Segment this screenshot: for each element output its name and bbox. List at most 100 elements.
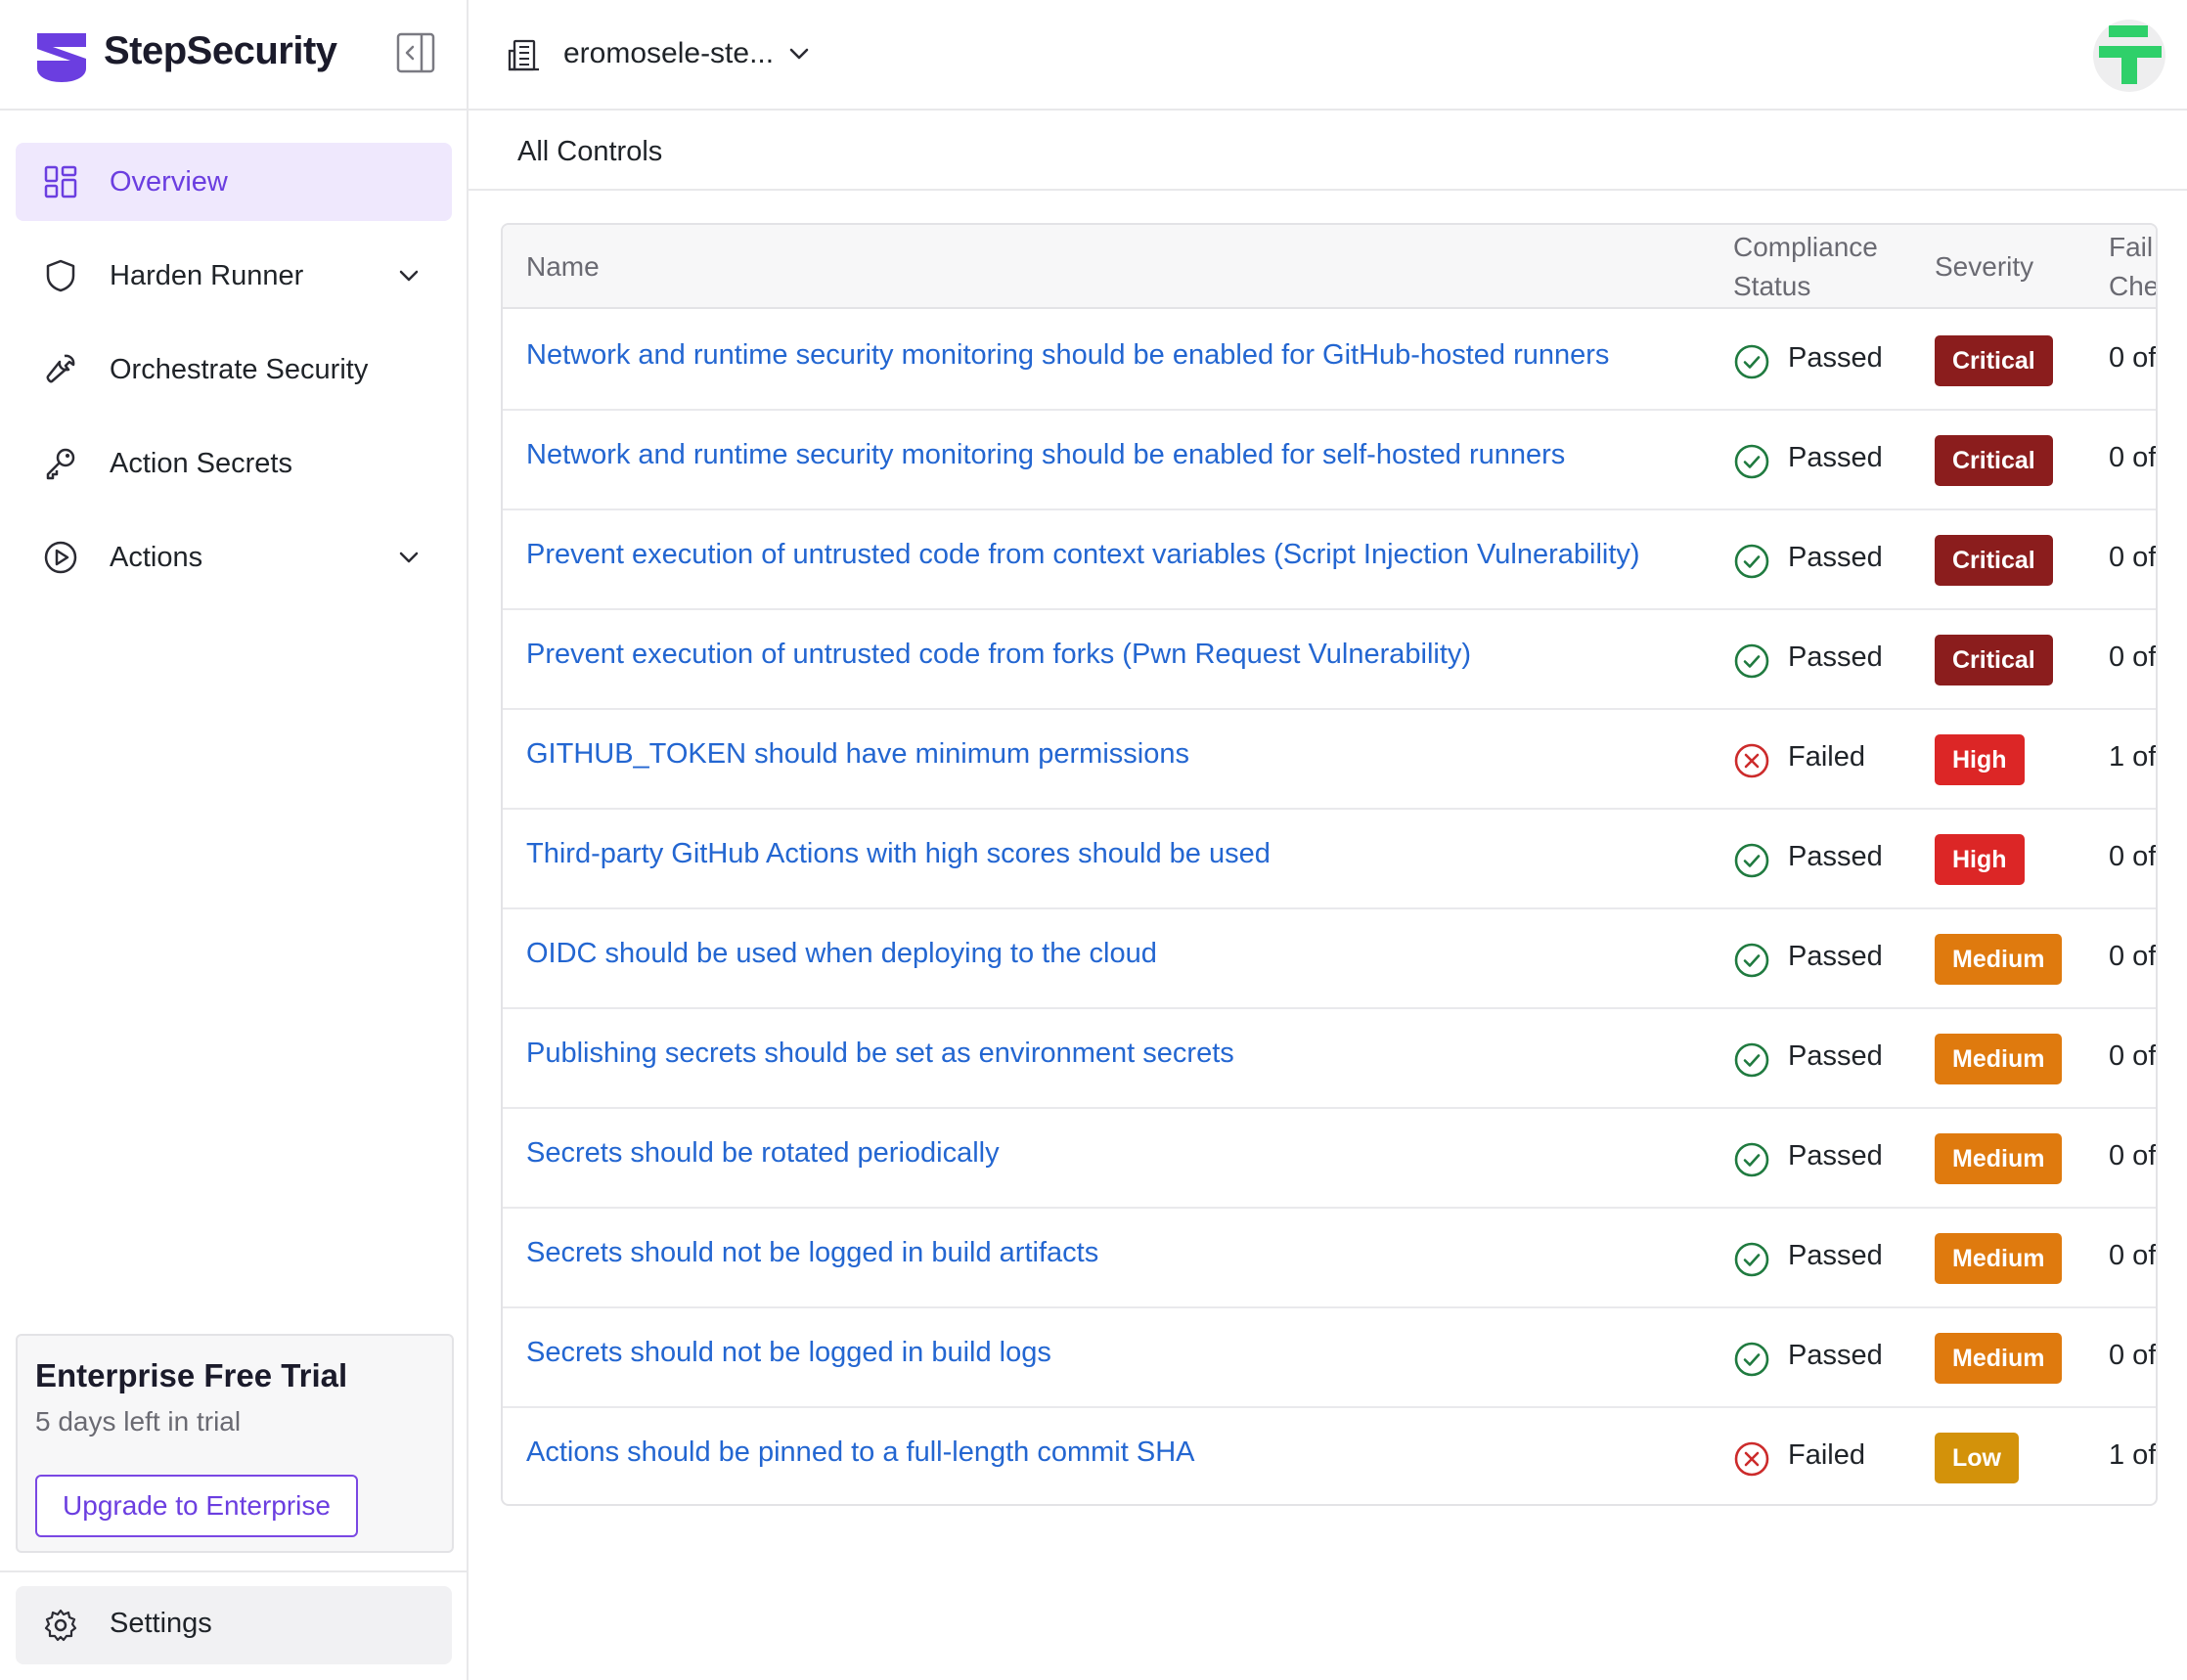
compliance-status: Passed [1788,1340,1883,1371]
column-header-compliance[interactable]: Compliance Status [1733,228,1878,306]
failed-checks-value: 0 of [2109,1140,2157,1172]
table-row[interactable]: Secrets should be rotated periodically Pa… [503,1109,2156,1209]
control-name-link[interactable]: OIDC should be used when deploying to th… [526,938,1157,970]
column-header-compliance-line1: Compliance [1733,232,1878,262]
control-name-link[interactable]: Network and runtime security monitoring … [526,339,1609,372]
control-name-link[interactable]: Secrets should not be logged in build ar… [526,1237,1098,1269]
key-icon [46,448,75,480]
failed-checks-value: 0 of [2109,1040,2157,1072]
controls-table: Name Compliance Status Severity Fail Che… [501,223,2158,1506]
check-circle-icon [1734,444,1769,479]
compliance-status: Passed [1788,1140,1883,1172]
control-name-link[interactable]: Network and runtime security monitoring … [526,439,1565,471]
sidebar-item-label: Orchestrate Security [110,353,369,385]
compliance-status: Passed [1788,342,1883,374]
sidebar-item-label: Overview [110,165,228,198]
table-header: Name Compliance Status Severity Fail Che [503,225,2156,309]
table-row[interactable]: Network and runtime security monitoring … [503,311,2156,411]
wrench-icon [46,354,75,383]
org-selector[interactable]: eromosele-ste... [563,37,774,70]
check-circle-icon [1734,643,1769,679]
compliance-status: Passed [1788,1040,1883,1072]
sidebar-item-orchestrate-security[interactable]: Orchestrate Security [16,331,452,409]
control-name-link[interactable]: Secrets should not be logged in build lo… [526,1337,1051,1369]
check-circle-icon [1734,544,1769,579]
control-name-link[interactable]: Secrets should be rotated periodically [526,1137,1000,1170]
control-name-link[interactable]: GITHUB_TOKEN should have minimum permiss… [526,738,1189,771]
table-row[interactable]: Prevent execution of untrusted code from… [503,510,2156,610]
column-header-failed-line2: Che [2109,271,2158,301]
column-header-compliance-line2: Status [1733,271,1811,301]
check-circle-icon [1734,1242,1769,1277]
failed-checks-value: 0 of [2109,1340,2157,1371]
compliance-status: Passed [1788,1240,1883,1271]
sidebar-item-label: Settings [110,1608,212,1639]
failed-checks-value: 0 of [2109,342,2157,374]
table-row[interactable]: Publishing secrets should be set as envi… [503,1009,2156,1109]
column-header-name[interactable]: Name [526,247,600,287]
shield-icon [46,259,75,292]
failed-checks-value: 1 of [2109,1439,2157,1471]
avatar[interactable] [2093,20,2165,92]
sidebar-item-harden-runner[interactable]: Harden Runner [16,237,452,315]
severity-badge: Critical [1935,635,2053,685]
sidebar-item-actions[interactable]: Actions [16,518,452,597]
column-header-failed-checks[interactable]: Fail Che [2109,228,2158,306]
sidebar-item-overview[interactable]: Overview [16,143,452,221]
chevron-down-icon[interactable] [395,262,423,289]
compliance-status: Passed [1788,542,1883,573]
chevron-down-icon[interactable] [395,544,423,571]
x-circle-icon [1734,743,1769,778]
divider [0,1570,467,1572]
table-row[interactable]: Prevent execution of untrusted code from… [503,610,2156,710]
severity-badge: Medium [1935,934,2063,985]
sidebar-item-action-secrets[interactable]: Action Secrets [16,424,452,503]
page-title[interactable]: All Controls [517,136,662,168]
severity-badge: Medium [1935,1333,2063,1384]
control-name-link[interactable]: Prevent execution of untrusted code from… [526,539,1640,571]
severity-badge: Critical [1935,535,2053,586]
table-row[interactable]: Actions should be pinned to a full-lengt… [503,1408,2157,1504]
failed-checks-value: 0 of [2109,841,2157,872]
failed-checks-value: 0 of [2109,542,2157,573]
sidebar-item-label: Actions [110,541,203,573]
control-name-link[interactable]: Prevent execution of untrusted code from… [526,639,1471,671]
compliance-status: Passed [1788,641,1883,673]
stepsecurity-logo-icon [37,33,86,82]
brand-name: StepSecurity [104,29,337,72]
severity-badge: Critical [1935,335,2053,386]
trial-card: Enterprise Free Trial 5 days left in tri… [16,1334,454,1553]
failed-checks-value: 0 of [2109,941,2157,972]
compliance-status: Failed [1788,1439,1865,1471]
severity-badge: High [1935,734,2025,785]
compliance-status: Passed [1788,442,1883,473]
table-row[interactable]: OIDC should be used when deploying to th… [503,909,2156,1009]
control-name-link[interactable]: Actions should be pinned to a full-lengt… [526,1437,1194,1469]
topbar: eromosele-ste... [469,0,2187,111]
severity-badge: High [1935,834,2025,885]
check-circle-icon [1734,344,1769,379]
table-row[interactable]: Secrets should not be logged in build ar… [503,1209,2156,1308]
table-row[interactable]: Secrets should not be logged in build lo… [503,1308,2156,1408]
check-circle-icon [1734,1042,1769,1078]
table-row[interactable]: GITHUB_TOKEN should have minimum permiss… [503,710,2156,810]
upgrade-to-enterprise-button[interactable]: Upgrade to Enterprise [35,1475,358,1537]
sidebar-item-label: Action Secrets [110,447,292,479]
chevron-down-icon[interactable] [786,41,812,66]
table-row[interactable]: Network and runtime security monitoring … [503,411,2156,510]
control-name-link[interactable]: Third-party GitHub Actions with high sco… [526,838,1271,870]
control-name-link[interactable]: Publishing secrets should be set as envi… [526,1038,1234,1070]
compliance-status: Passed [1788,941,1883,972]
failed-checks-value: 0 of [2109,1240,2157,1271]
column-header-severity[interactable]: Severity [1935,247,2033,287]
table-row[interactable]: Third-party GitHub Actions with high sco… [503,810,2156,909]
collapse-sidebar-icon[interactable] [396,32,435,73]
severity-badge: Medium [1935,1233,2063,1284]
severity-badge: Low [1935,1433,2019,1483]
trial-days-left: 5 days left in trial [35,1406,242,1437]
page-header: All Controls [469,112,2187,191]
play-circle-icon [44,541,77,574]
sidebar-item-settings[interactable]: Settings [16,1586,452,1664]
sidebar: StepSecurity Overview Harden Runner Orch… [0,0,469,1680]
column-header-failed-line1: Fail [2109,232,2154,262]
